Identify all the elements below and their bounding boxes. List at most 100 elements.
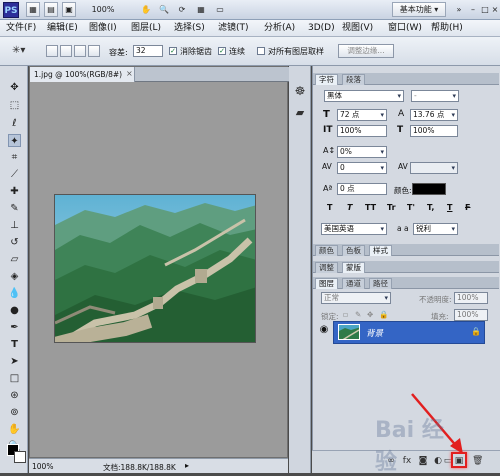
faux-italic-button[interactable]: T (347, 203, 352, 212)
faux-bold-button[interactable]: T (327, 203, 332, 212)
leading-select[interactable]: 13.76 点 ▾ (410, 109, 458, 121)
visibility-eye-icon[interactable]: ◉ (317, 320, 331, 340)
status-zoom[interactable]: 100% (32, 462, 53, 471)
antialias-checkbox[interactable]: ✓ (169, 47, 177, 55)
language-select[interactable]: 美国英语 ▾ (321, 223, 387, 235)
blend-mode-select[interactable]: 正常 ▾ (321, 292, 391, 304)
path-selection-icon[interactable]: ➤ (8, 355, 21, 368)
tab-masks[interactable]: 蒙版 (342, 262, 365, 273)
lock-position-icon[interactable]: ✥ (367, 310, 373, 319)
tracking-select[interactable]: 0 ▾ (337, 162, 387, 174)
tab-color[interactable]: 颜色 (315, 245, 338, 256)
close-icon[interactable]: × (490, 2, 500, 17)
magic-wand-tool-icon[interactable]: ✦ (8, 134, 21, 147)
menu-filter[interactable]: 滤镜(T) (218, 22, 249, 35)
refine-edge-button[interactable]: 调整边缘... (338, 44, 394, 58)
paint-bucket-icon[interactable]: ◈ (8, 270, 21, 283)
lock-transparent-icon[interactable]: ▫ (343, 310, 348, 319)
add-mask-icon[interactable]: ◙ (418, 456, 428, 466)
pen-tool-icon[interactable]: ✒ (8, 321, 21, 334)
contiguous-checkbox[interactable]: ✓ (218, 47, 226, 55)
blur-tool-icon[interactable]: 💧 (8, 287, 21, 300)
tolerance-input[interactable]: 32 (133, 45, 163, 57)
mini-bridge-icon[interactable]: ▤ (44, 2, 58, 17)
clone-stamp-icon[interactable]: ⊥ (8, 219, 21, 232)
screen-mode-icon[interactable]: ▭ (213, 2, 227, 17)
document-tab[interactable]: 1.jpg @ 100%(RGB/8#) (30, 67, 135, 82)
small-caps-button[interactable]: Tr (387, 203, 396, 212)
maximize-icon[interactable]: □ (480, 2, 490, 17)
menu-window[interactable]: 窗口(W) (388, 22, 422, 35)
image-canvas[interactable] (54, 194, 256, 343)
workspace-menu-icon[interactable]: » (453, 2, 465, 17)
move-tool-icon[interactable]: ✥ (8, 81, 21, 94)
zoom-level-dropdown[interactable]: 100% (88, 2, 118, 17)
underline-button[interactable]: T (447, 203, 452, 212)
antialias-method-select[interactable]: 锐利 ▾ (413, 223, 458, 235)
intersect-selection-icon[interactable] (88, 45, 100, 57)
menu-file[interactable]: 文件(F) (6, 22, 36, 35)
baseline-pct-select[interactable]: 0% ▾ (337, 146, 387, 158)
all-caps-button[interactable]: TT (365, 203, 376, 212)
menu-3d[interactable]: 3D(D) (308, 22, 335, 35)
tab-adjustments[interactable]: 调整 (315, 262, 338, 273)
arrange-icon[interactable]: ▣ (62, 2, 76, 17)
menu-help[interactable]: 帮助(H) (431, 22, 463, 35)
tab-character[interactable]: 字符 (315, 74, 338, 85)
grid-icon[interactable]: ▦ (194, 2, 208, 17)
layer-style-icon[interactable]: fx (402, 456, 412, 466)
font-family-select[interactable]: 黑体 ▾ (324, 90, 404, 102)
tab-paragraph[interactable]: 段落 (342, 74, 365, 85)
histogram-panel-icon[interactable]: ▰ (293, 106, 307, 120)
3d-rotate-icon[interactable]: ⊛ (8, 389, 21, 402)
navigator-panel-icon[interactable]: ☸ (293, 84, 307, 98)
history-brush-icon[interactable]: ↺ (8, 236, 21, 249)
zoom-tool-icon[interactable]: 🔍 (157, 2, 171, 17)
brush-tool-icon[interactable]: ✎ (8, 202, 21, 215)
menu-image[interactable]: 图像(I) (89, 22, 117, 35)
bridge-icon[interactable]: ▦ (26, 2, 40, 17)
add-selection-icon[interactable] (60, 45, 72, 57)
eraser-tool-icon[interactable]: ▱ (8, 253, 21, 266)
subtract-selection-icon[interactable] (74, 45, 86, 57)
tab-layers[interactable]: 图层 (315, 278, 338, 289)
adjustment-layer-icon[interactable]: ◐ (433, 456, 443, 466)
kerning-select[interactable]: ▾ (410, 162, 458, 174)
lock-image-icon[interactable]: ✎ (355, 310, 361, 319)
lasso-tool-icon[interactable]: ℓ (8, 117, 21, 130)
dodge-tool-icon[interactable]: ● (8, 304, 21, 317)
close-document-icon[interactable]: × (126, 69, 135, 78)
marquee-tool-icon[interactable]: ⬚ (8, 99, 21, 112)
menu-layer[interactable]: 图层(L) (131, 22, 161, 35)
delete-layer-icon[interactable]: 🗑 (472, 456, 483, 466)
type-tool-icon[interactable]: T (8, 338, 21, 351)
tab-styles[interactable]: 样式 (369, 245, 392, 256)
menu-analysis[interactable]: 分析(A) (264, 22, 295, 35)
tab-paths[interactable]: 路径 (369, 278, 392, 289)
menu-select[interactable]: 选择(S) (174, 22, 205, 35)
rotate-view-icon[interactable]: ⟳ (175, 2, 189, 17)
font-style-select[interactable]: - ▾ (411, 90, 459, 102)
tab-channels[interactable]: 通道 (342, 278, 365, 289)
opacity-input[interactable]: 100% (454, 292, 488, 304)
menu-edit[interactable]: 编辑(E) (47, 22, 78, 35)
new-selection-icon[interactable] (46, 45, 58, 57)
healing-brush-icon[interactable]: ✚ (8, 185, 21, 198)
shape-tool-icon[interactable]: □ (8, 372, 21, 385)
all-layers-checkbox[interactable] (257, 47, 265, 55)
hand-tool-icon[interactable]: ✋ (139, 2, 153, 17)
font-size-select[interactable]: 72 点 ▾ (337, 109, 387, 121)
tab-swatches[interactable]: 色板 (342, 245, 365, 256)
workspace-switcher[interactable]: 基本功能 ▾ (392, 2, 446, 17)
lock-all-icon[interactable]: 🔒 (379, 310, 388, 319)
strikethrough-button[interactable]: F (465, 203, 470, 212)
eyedropper-tool-icon[interactable]: ⟋ (8, 168, 21, 181)
hand-tool-icon-2[interactable]: ✋ (8, 423, 21, 436)
crop-tool-icon[interactable]: ⌗ (8, 151, 21, 164)
text-color-swatch[interactable] (412, 183, 446, 195)
superscript-button[interactable]: T' (407, 203, 415, 212)
magic-wand-preset-icon[interactable]: ✳▾ (12, 45, 32, 58)
status-arrow-icon[interactable]: ▸ (185, 461, 189, 470)
3d-orbit-icon[interactable]: ⊚ (8, 406, 21, 419)
subscript-button[interactable]: T, (427, 203, 434, 212)
